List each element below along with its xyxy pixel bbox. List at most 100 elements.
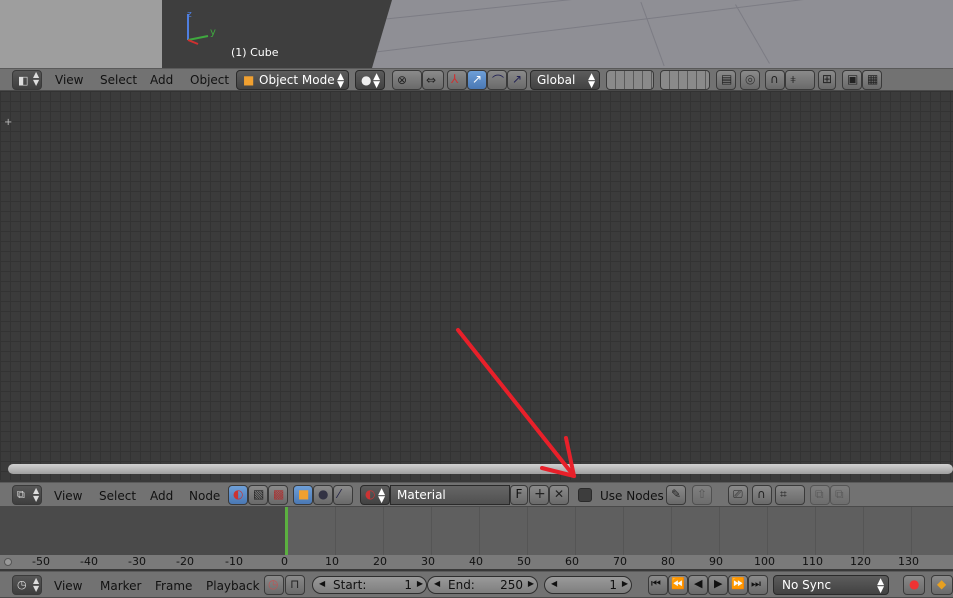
compositing-nodes-button[interactable]: ▧ <box>248 485 268 505</box>
use-nodes-checkbox[interactable] <box>578 488 592 502</box>
sync-mode-dropdown[interactable]: No Sync ▲ ▼ <box>773 575 889 595</box>
viewport-shading-dropdown[interactable]: ● ▲ ▼ <box>355 70 385 90</box>
fake-user-button[interactable]: F <box>510 485 528 505</box>
layer-buttons-group-2[interactable] <box>660 70 710 90</box>
pin-button[interactable]: ✎ <box>666 485 686 505</box>
chevron-updown-icon: ▲ ▼ <box>378 487 385 505</box>
play-reverse-button[interactable]: ◀ <box>688 575 708 595</box>
current-frame-value: 1 <box>609 578 617 592</box>
linestyle-shader-button[interactable]: ⁄ <box>333 485 353 505</box>
pivot-point-button[interactable]: ⊗ <box>392 70 422 90</box>
current-frame-field[interactable]: ◀ 1 ▶ <box>544 576 632 594</box>
editor-type-timeline-button[interactable]: ◷ ▲ ▼ <box>12 575 42 595</box>
render-animation-button[interactable]: ▦ <box>862 70 882 90</box>
node-snap-button[interactable]: ∩ <box>752 485 772 505</box>
editor-type-3d-button[interactable]: ◧ ▲ ▼ <box>12 70 42 90</box>
copy-nodes-button[interactable]: ⧉ <box>810 485 830 505</box>
snap-toggle-button[interactable]: ∩ <box>765 70 785 90</box>
node-menu-node[interactable]: Node <box>189 489 220 503</box>
pin-icon: ✎ <box>671 487 682 501</box>
start-frame-field[interactable]: ◀ Start: 1 ▶ <box>312 576 427 594</box>
proportional-edit-button[interactable]: ◎ <box>740 70 760 90</box>
preview-range-button[interactable]: ◷ <box>264 575 284 595</box>
ruler-tick: 120 <box>850 555 871 568</box>
material-name-field[interactable]: Material <box>390 485 510 505</box>
camera-icon: ▣ <box>847 72 859 86</box>
shader-nodes-button[interactable]: ◐ <box>228 485 248 505</box>
skip-end-icon: ⏭ <box>751 577 761 590</box>
jump-keyframe-back-button[interactable]: ⏪ <box>668 575 688 595</box>
jump-start-button[interactable]: ⏮ <box>648 575 668 595</box>
world-icon: ● <box>318 487 329 501</box>
layer-buttons-group-1[interactable] <box>606 70 654 90</box>
timeline-menu-frame[interactable]: Frame <box>155 579 192 593</box>
layers-icon: ▤ <box>721 72 733 86</box>
keyframe-diamond-icon: ◆ <box>937 577 947 591</box>
timeline-gridline <box>431 507 432 555</box>
current-frame-playhead[interactable] <box>285 507 288 555</box>
manipulator-toggle-button[interactable]: ⇔ <box>422 70 444 90</box>
auto-keying-button[interactable]: ● <box>903 575 925 595</box>
node-menu-select[interactable]: Select <box>99 489 136 503</box>
timeline-gridline <box>671 507 672 555</box>
editor-type-node-button[interactable]: ⧉ ▲ ▼ <box>12 485 42 505</box>
texture-nodes-button[interactable]: ▩ <box>268 485 288 505</box>
keying-set-button[interactable]: ◆ <box>931 575 953 595</box>
extra-manipulator-button[interactable]: ↗ <box>507 70 527 90</box>
node-tree-icon: ⧉ <box>17 488 25 501</box>
close-icon: ✕ <box>554 487 565 501</box>
chevron-updown-icon: ▲ ▼ <box>337 72 344 90</box>
translate-manipulator-button[interactable]: ⅄ <box>447 70 467 90</box>
snap-target-button[interactable]: ⊞ <box>818 70 836 90</box>
menu-object[interactable]: Object <box>190 73 229 87</box>
cube-icon: ◧ <box>18 74 29 87</box>
start-label: Start: <box>333 578 367 592</box>
node-menu-view[interactable]: View <box>54 489 82 503</box>
chevron-updown-icon: ▲ ▼ <box>33 70 40 87</box>
new-material-button[interactable]: + <box>529 485 549 505</box>
unlink-material-button[interactable]: ✕ <box>549 485 569 505</box>
jump-end-button[interactable]: ⏭ <box>748 575 768 595</box>
paste-nodes-button[interactable]: ⧉ <box>830 485 850 505</box>
orientation-dropdown[interactable]: Global ▲ ▼ <box>530 70 600 90</box>
menu-select[interactable]: Select <box>100 73 137 87</box>
parent-group-button[interactable]: ⇧ <box>692 485 712 505</box>
chevron-updown-icon: ▲ ▼ <box>588 72 595 90</box>
lock-layers-button[interactable]: ▤ <box>716 70 736 90</box>
menu-add[interactable]: Add <box>150 73 173 87</box>
material-browse-dropdown[interactable]: ◐ ▲ ▼ <box>360 485 390 505</box>
cube-icon: ■ <box>298 487 310 501</box>
timeline-gridline <box>383 507 384 555</box>
end-frame-field[interactable]: ◀ End: 250 ▶ <box>427 576 538 594</box>
object-shader-button[interactable]: ■ <box>293 485 313 505</box>
ruler-scroll-handle[interactable] <box>4 558 12 566</box>
menu-view[interactable]: View <box>55 73 83 87</box>
chevron-updown-icon: ▲ ▼ <box>33 576 40 593</box>
ruler-tick: -10 <box>225 555 243 568</box>
timeline-menu-marker[interactable]: Marker <box>100 579 141 593</box>
scale-manipulator-button[interactable]: ⌒ <box>487 70 507 90</box>
mode-dropdown[interactable]: ■ Object Mode ▲ ▼ <box>236 70 349 90</box>
frame-ruler[interactable]: -50 -40 -30 -20 -10 0 10 20 30 40 50 60 … <box>0 555 953 569</box>
jump-keyframe-forward-button[interactable]: ⏩ <box>728 575 748 595</box>
sync-mode-label: No Sync <box>782 578 832 592</box>
target-icon: ◎ <box>745 72 756 86</box>
timeline-menu-playback[interactable]: Playback <box>206 579 260 593</box>
rotate-manipulator-button[interactable]: ↗ <box>467 70 487 90</box>
use-nodes-label: Use Nodes <box>600 489 664 503</box>
snap-element-dropdown[interactable]: ⧧ <box>785 70 815 90</box>
node-menu-add[interactable]: Add <box>150 489 173 503</box>
ruler-tick: 10 <box>325 555 339 568</box>
lock-time-cursor-button[interactable]: ⊓ <box>285 575 305 595</box>
backdrop-button[interactable]: ⎚ <box>728 485 748 505</box>
node-snap-element-dropdown[interactable]: ⌗ <box>775 485 805 505</box>
arrow-icon: ↗ <box>512 72 523 86</box>
3d-viewport[interactable]: z y (1) Cube <box>0 0 953 68</box>
plus-icon[interactable]: + <box>4 117 12 128</box>
play-button[interactable]: ▶ <box>708 575 728 595</box>
render-image-button[interactable]: ▣ <box>842 70 862 90</box>
timeline-header: ◷ ▲ ▼ View Marker Frame Playback ◷ ⊓ ◀ St… <box>0 571 953 598</box>
timeline-menu-view[interactable]: View <box>54 579 82 593</box>
timeline-gridline <box>911 507 912 555</box>
world-shader-button[interactable]: ● <box>313 485 333 505</box>
